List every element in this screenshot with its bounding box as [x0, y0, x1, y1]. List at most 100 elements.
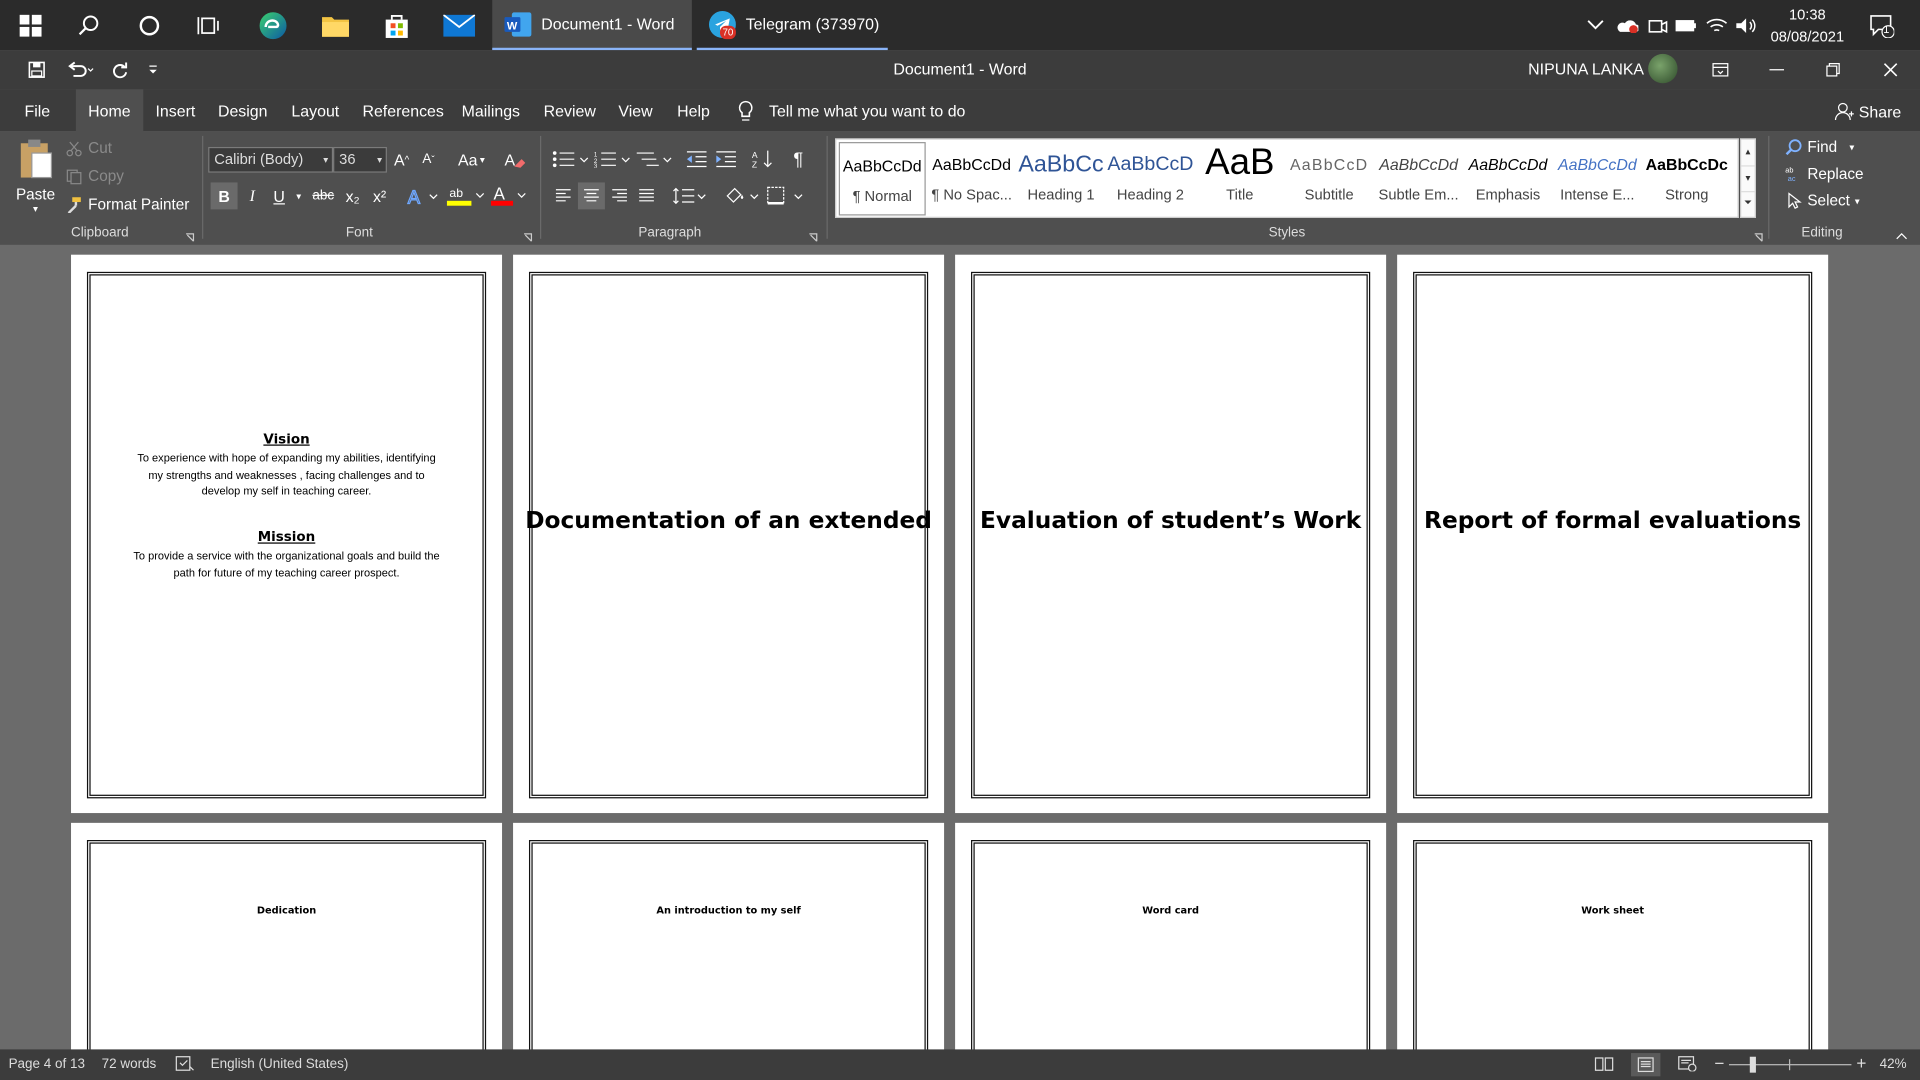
cortana-icon[interactable]: [119, 0, 180, 50]
find-button[interactable]: Find ▾: [1785, 138, 1854, 156]
taskbar-app-telegram[interactable]: 70 Telegram (373970): [696, 0, 888, 51]
page-1[interactable]: Vision To experience with hope of expand…: [71, 254, 503, 814]
mail-icon[interactable]: [429, 0, 490, 50]
styles-more-icon[interactable]: ⏷: [1741, 191, 1755, 217]
language-indicator[interactable]: English (United States): [211, 1057, 349, 1072]
proofing-icon[interactable]: [175, 1056, 195, 1076]
sort-icon[interactable]: AZ: [749, 146, 776, 173]
close-icon[interactable]: [1862, 50, 1918, 89]
page-3[interactable]: Evaluation of student’s Work: [955, 254, 1387, 814]
align-center-icon[interactable]: [577, 182, 605, 210]
underline-button[interactable]: U: [267, 182, 291, 209]
restore-icon[interactable]: [1805, 50, 1861, 89]
change-case-button[interactable]: Aa ▾: [451, 146, 493, 173]
share-button[interactable]: Share: [1834, 102, 1901, 122]
volume-icon[interactable]: [1733, 0, 1760, 50]
store-icon[interactable]: [366, 0, 427, 50]
align-left-icon[interactable]: [551, 182, 575, 209]
notification-center-icon[interactable]: 1: [1864, 0, 1901, 50]
wifi-icon[interactable]: [1703, 0, 1730, 50]
bold-button[interactable]: B: [210, 182, 238, 210]
font-name-combo[interactable]: Calibri (Body) ▾: [208, 146, 334, 173]
edge-icon[interactable]: [242, 0, 303, 50]
tab-references[interactable]: References: [350, 89, 456, 131]
bullets-icon[interactable]: [551, 146, 590, 173]
tab-layout[interactable]: Layout: [279, 89, 351, 131]
font-size-combo[interactable]: 36 ▾: [333, 146, 387, 173]
file-explorer-icon[interactable]: [305, 0, 366, 50]
style-intense-emphasis[interactable]: AaBbCcDd Intense E...: [1554, 142, 1641, 215]
zoom-slider-thumb[interactable]: [1749, 1056, 1756, 1073]
subscript-button[interactable]: x₂: [340, 182, 364, 209]
increase-indent-icon[interactable]: [713, 146, 740, 173]
style-subtitle[interactable]: AaBbCcD Subtitle: [1286, 142, 1373, 215]
tell-me-search[interactable]: Tell me what you want to do: [757, 89, 978, 131]
word-count[interactable]: 72 words: [102, 1057, 157, 1072]
zoom-level[interactable]: 42%: [1880, 1057, 1907, 1072]
page-8[interactable]: Work sheet: [1397, 822, 1829, 1080]
system-clock[interactable]: 10:38 08/08/2021: [1761, 4, 1854, 48]
page-6[interactable]: An introduction to my self: [513, 822, 945, 1080]
borders-icon[interactable]: [764, 182, 806, 209]
tab-view[interactable]: View: [606, 89, 665, 131]
copy-button[interactable]: Copy: [66, 168, 124, 185]
multilevel-list-icon[interactable]: [634, 146, 673, 173]
page-count[interactable]: Page 4 of 13: [9, 1057, 85, 1072]
style-normal[interactable]: AaBbCcDd ¶ Normal: [838, 142, 926, 216]
italic-button[interactable]: I: [240, 182, 264, 209]
styles-scroll-up-icon[interactable]: ▴: [1741, 140, 1754, 166]
minimize-icon[interactable]: [1749, 50, 1805, 89]
paragraph-dialog-launcher-icon[interactable]: [808, 229, 818, 246]
tab-file[interactable]: File: [12, 89, 62, 131]
clipboard-dialog-launcher-icon[interactable]: [185, 229, 195, 246]
web-layout-icon[interactable]: [1678, 1056, 1698, 1076]
zoom-out-icon[interactable]: −: [1714, 1053, 1724, 1073]
page-2[interactable]: Documentation of an extended: [513, 254, 945, 814]
ribbon-display-options-icon[interactable]: [1692, 50, 1748, 89]
style-heading-1[interactable]: AaBbCc Heading 1: [1018, 142, 1105, 215]
cut-button[interactable]: Cut: [66, 140, 112, 157]
style-heading-2[interactable]: AaBbCcD Heading 2: [1107, 142, 1194, 215]
style-subtle-emphasis[interactable]: AaBbCcDd Subtle Em...: [1375, 142, 1462, 215]
document-canvas[interactable]: Vision To experience with hope of expand…: [0, 244, 1920, 1080]
tab-mailings[interactable]: Mailings: [449, 89, 532, 131]
line-spacing-icon[interactable]: [671, 182, 708, 209]
paste-button[interactable]: Paste ▾: [12, 138, 59, 219]
zoom-in-icon[interactable]: +: [1856, 1053, 1866, 1073]
show-formatting-marks-icon[interactable]: ¶: [785, 146, 812, 173]
strikethrough-button[interactable]: abc: [309, 182, 338, 209]
highlight-color-icon[interactable]: ab: [443, 182, 487, 209]
font-dialog-launcher-icon[interactable]: [523, 229, 533, 246]
print-layout-icon[interactable]: [1631, 1053, 1661, 1077]
numbering-icon[interactable]: 123: [593, 146, 632, 173]
collapse-ribbon-icon[interactable]: [1896, 227, 1908, 244]
tab-help[interactable]: Help: [665, 89, 722, 131]
windows-start-icon[interactable]: [0, 0, 61, 50]
taskbar-app-word[interactable]: W Document1 - Word: [492, 0, 692, 51]
styles-dialog-launcher-icon[interactable]: [1753, 229, 1763, 246]
font-color-icon[interactable]: A: [487, 182, 529, 209]
task-view-icon[interactable]: [179, 0, 240, 50]
format-painter-button[interactable]: Format Painter: [66, 196, 189, 213]
underline-dropdown-icon[interactable]: ▾: [291, 182, 306, 209]
replace-button[interactable]: ab ac Replace: [1785, 165, 1863, 182]
style-title[interactable]: AaB Title: [1196, 142, 1283, 215]
shrink-font-button[interactable]: Aˇ: [416, 146, 440, 173]
text-effects-icon[interactable]: A: [404, 182, 441, 209]
tab-review[interactable]: Review: [531, 89, 608, 131]
page-7[interactable]: Word card: [955, 822, 1387, 1080]
meet-now-icon[interactable]: [1644, 0, 1671, 50]
search-icon[interactable]: [59, 0, 120, 50]
tab-insert[interactable]: Insert: [143, 89, 207, 131]
tab-home[interactable]: Home: [75, 89, 143, 132]
read-mode-icon[interactable]: [1594, 1056, 1614, 1076]
style-no-spacing[interactable]: AaBbCcDd ¶ No Spac...: [928, 142, 1015, 215]
chevron-up-icon[interactable]: [1582, 0, 1609, 50]
user-name[interactable]: NIPUNA LANKA: [1528, 60, 1644, 78]
superscript-button[interactable]: x²: [367, 182, 391, 209]
styles-scroll-down-icon[interactable]: ▾: [1741, 165, 1755, 191]
grow-font-button[interactable]: A ^: [389, 146, 413, 173]
page-4[interactable]: Report of formal evaluations: [1397, 254, 1829, 814]
onedrive-icon[interactable]: [1614, 0, 1641, 50]
shading-icon[interactable]: [720, 182, 762, 209]
